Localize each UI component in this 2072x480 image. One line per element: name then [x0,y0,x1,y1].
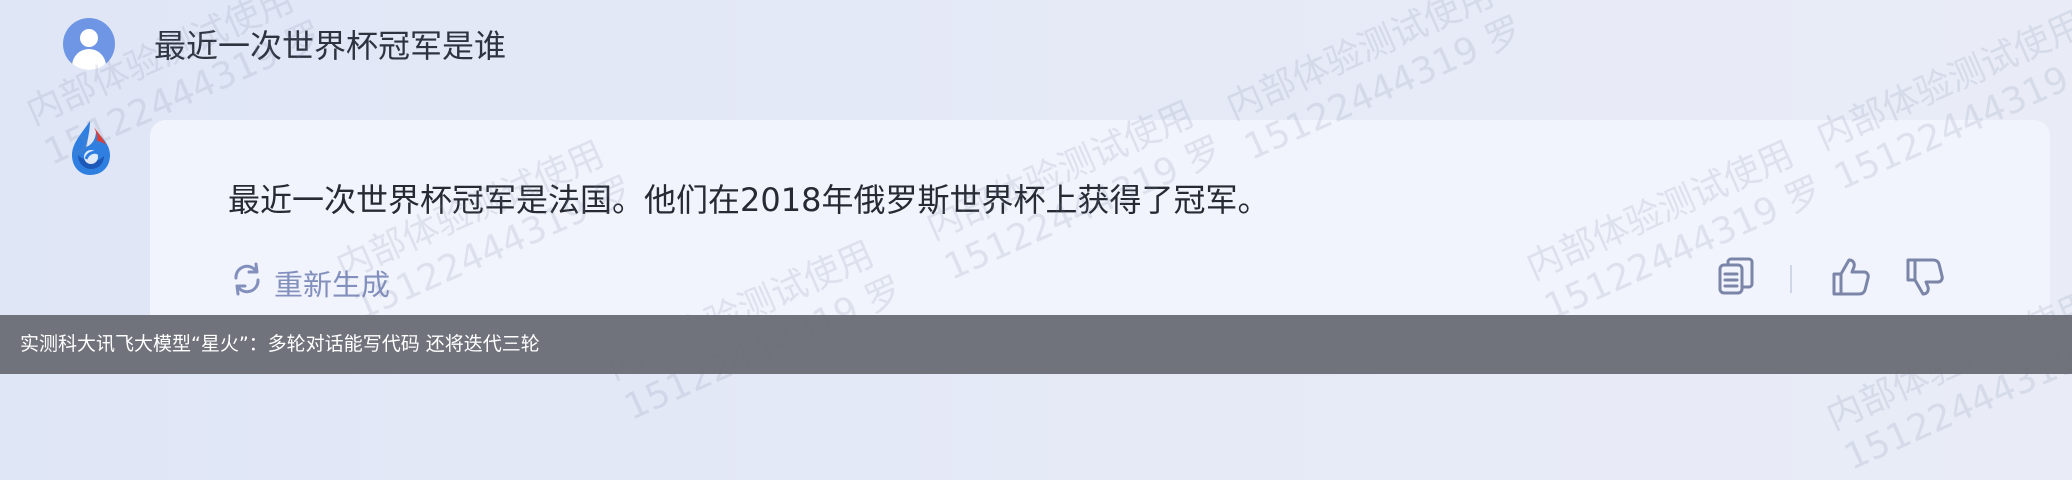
avatar-head [80,29,98,47]
avatar-body [72,49,106,70]
bot-answer: 最近一次世界杯冠军是法国。他们在2018年俄罗斯世界杯上获得了冠军。 [228,181,1270,219]
refresh-icon [228,260,266,305]
regenerate-label: 重新生成 [274,267,391,302]
user-question: 最近一次世界杯冠军是谁 [154,27,507,65]
copy-icon[interactable] [1715,256,1757,298]
bot-logo-icon [64,117,116,177]
user-avatar [63,18,115,70]
divider [1790,265,1792,293]
regenerate-button[interactable]: 重新生成 [228,260,390,305]
caption-bar: 实测科大讯飞大模型“星火”：多轮对话能写代码 还将迭代三轮 [0,315,2072,374]
thumbs-down-icon[interactable] [1904,256,1946,298]
thumbs-up-icon[interactable] [1830,256,1872,298]
caption-text: 实测科大讯飞大模型“星火”：多轮对话能写代码 还将迭代三轮 [20,333,540,355]
